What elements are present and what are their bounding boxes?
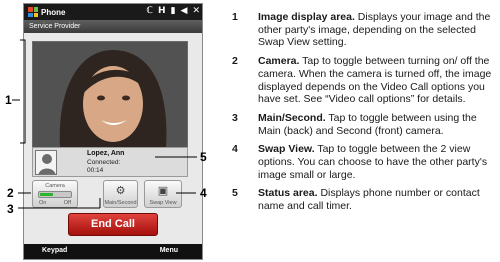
- legend-item: 5 Status area. Displays phone number or …: [232, 187, 494, 212]
- legend-number: 2: [232, 55, 238, 68]
- legend-item: 3 Main/Second. Tap to toggle between usi…: [232, 112, 494, 137]
- legend-number: 5: [232, 187, 238, 200]
- callout-5: 5: [200, 150, 207, 164]
- callout-2: 2: [7, 186, 14, 200]
- legend-title: Image display area.: [258, 11, 355, 23]
- legend-item: 4 Swap View. Tap to toggle between the 2…: [232, 143, 494, 181]
- legend-number: 3: [232, 111, 238, 124]
- callout-3: 3: [7, 202, 14, 216]
- legend-title: Swap View.: [258, 143, 315, 156]
- legend-title: Main/Second.: [258, 111, 326, 124]
- callout-lines: [12, 39, 197, 209]
- legend-title: Status area.: [258, 187, 318, 200]
- callout-1: 1: [5, 93, 12, 107]
- legend-number: 4: [232, 143, 238, 156]
- callout-4: 4: [200, 186, 207, 200]
- legend-title: Camera.: [258, 55, 300, 68]
- legend-list: 1 Image display area. Displays your imag…: [232, 11, 494, 219]
- legend-item: 1 Image display area. Displays your imag…: [232, 11, 494, 49]
- legend-number: 1: [232, 11, 238, 23]
- legend-item: 2 Camera. Tap to toggle between turning …: [232, 55, 494, 106]
